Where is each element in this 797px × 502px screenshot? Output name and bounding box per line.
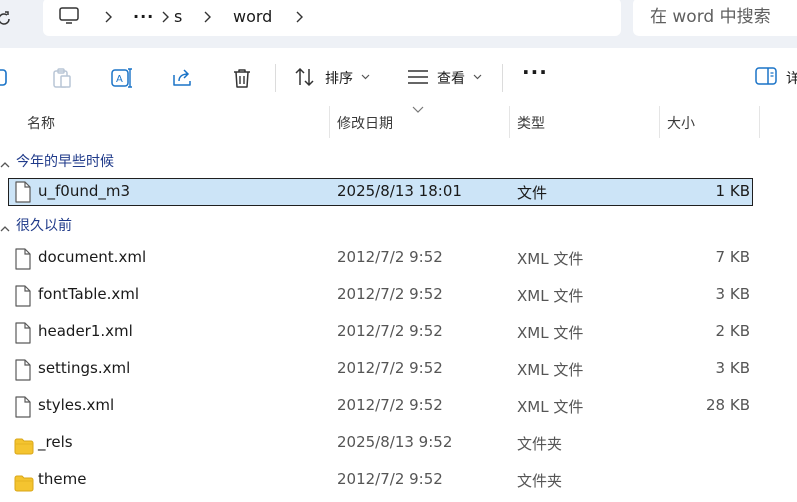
chevron-up-icon[interactable] (0, 221, 10, 232)
toolbar-separator (502, 64, 503, 92)
column-header: 名称 修改日期 类型 大小 (0, 106, 797, 138)
file-row[interactable]: styles.xml 2012/7/2 9:52 XML 文件 28 KB (0, 391, 797, 428)
file-name: fontTable.xml (38, 285, 140, 303)
sort-descending-icon (412, 106, 424, 113)
file-date: 2025/8/13 18:01 (337, 182, 462, 200)
search-box[interactable]: 在 word 中搜索 (633, 0, 797, 36)
file-name: theme (38, 470, 87, 488)
details-pane-button[interactable]: 详 (755, 59, 797, 95)
folder-row[interactable]: theme 2012/7/2 9:52 文件夹 (0, 465, 797, 502)
address-bar[interactable]: ··· s word (43, 0, 621, 36)
file-name: u_f0und_m3 (38, 182, 131, 200)
view-icon (408, 70, 428, 84)
file-date: 2025/8/13 9:52 (337, 433, 453, 451)
sort-icon (295, 67, 314, 87)
breadcrumb-item-word[interactable]: word (233, 0, 272, 36)
this-pc-icon[interactable] (59, 7, 79, 25)
file-name: styles.xml (38, 396, 115, 414)
file-row[interactable]: settings.xml 2012/7/2 9:52 XML 文件 3 KB (0, 354, 797, 391)
file-icon (14, 322, 32, 344)
folder-icon (14, 437, 34, 455)
column-header-size[interactable]: 大小 (667, 113, 695, 133)
file-type: 文件夹 (517, 472, 563, 490)
column-header-date[interactable]: 修改日期 (337, 113, 393, 133)
breadcrumb-overflow[interactable]: ··· (133, 0, 154, 36)
file-name: _rels (38, 433, 73, 451)
file-icon (14, 248, 32, 270)
command-bar: A 排序 查看 ··· 详 (0, 48, 797, 106)
file-date: 2012/7/2 9:52 (337, 285, 443, 303)
folder-row[interactable]: _rels 2025/8/13 9:52 文件夹 (0, 428, 797, 465)
breadcrumb-item-s[interactable]: s (174, 0, 182, 36)
group-label: 今年的早些时候 (16, 154, 114, 170)
svg-text:A: A (116, 74, 123, 85)
column-divider[interactable] (659, 106, 660, 138)
group-header[interactable]: 今年的早些时候 (0, 149, 200, 173)
file-icon (14, 359, 32, 381)
chevron-right-icon (162, 11, 169, 23)
column-divider[interactable] (759, 106, 760, 138)
more-options-button[interactable]: ··· (522, 60, 548, 84)
group-header[interactable]: 很久以前 (0, 213, 200, 237)
details-label: 详 (786, 71, 797, 87)
paste-icon[interactable] (51, 67, 73, 89)
file-name: settings.xml (38, 359, 131, 377)
file-size: 2 KB (715, 322, 750, 340)
folder-icon (14, 474, 34, 492)
chevron-up-icon[interactable] (0, 157, 10, 168)
copy-icon[interactable] (0, 67, 12, 89)
sort-button[interactable]: 排序 (292, 59, 382, 95)
details-pane-icon (755, 67, 777, 85)
group-label: 很久以前 (16, 218, 72, 234)
file-name: document.xml (38, 248, 147, 266)
file-type: XML 文件 (517, 361, 584, 379)
file-row[interactable]: document.xml 2012/7/2 9:52 XML 文件 7 KB (0, 243, 797, 280)
file-type: 文件 (517, 184, 548, 202)
file-row[interactable]: header1.xml 2012/7/2 9:52 XML 文件 2 KB (0, 317, 797, 354)
file-size: 28 KB (706, 396, 750, 414)
file-size: 3 KB (715, 285, 750, 303)
column-header-type[interactable]: 类型 (517, 113, 545, 133)
refresh-icon[interactable] (0, 9, 14, 29)
address-strip: ··· s word 在 word 中搜索 (0, 0, 797, 48)
chevron-down-icon (361, 74, 370, 80)
toolbar-separator (275, 64, 276, 92)
file-icon (14, 181, 32, 203)
chevron-right-icon (204, 11, 211, 23)
column-header-name[interactable]: 名称 (27, 113, 55, 133)
file-size: 7 KB (715, 248, 750, 266)
file-size: 1 KB (715, 182, 750, 200)
chevron-right-icon (105, 11, 112, 23)
file-date: 2012/7/2 9:52 (337, 322, 443, 340)
share-icon[interactable] (171, 67, 193, 89)
chevron-right-icon[interactable] (294, 11, 304, 23)
file-type: 文件夹 (517, 435, 563, 453)
file-date: 2012/7/2 9:52 (337, 359, 443, 377)
rename-icon[interactable]: A (111, 67, 133, 89)
file-date: 2012/7/2 9:52 (337, 396, 443, 414)
sort-label: 排序 (325, 71, 353, 87)
file-type: XML 文件 (517, 250, 584, 268)
chevron-down-icon (473, 74, 482, 80)
search-placeholder: 在 word 中搜索 (650, 7, 771, 27)
file-icon (14, 285, 32, 307)
view-label: 查看 (437, 71, 465, 87)
file-name: header1.xml (38, 322, 133, 340)
delete-icon[interactable] (231, 67, 253, 89)
file-size: 3 KB (715, 359, 750, 377)
view-button[interactable]: 查看 (405, 59, 495, 95)
file-type: XML 文件 (517, 324, 584, 342)
file-date: 2012/7/2 9:52 (337, 470, 443, 488)
file-row[interactable]: u_f0und_m3 2025/8/13 18:01 文件 1 KB (0, 178, 797, 215)
file-type: XML 文件 (517, 398, 584, 416)
column-divider[interactable] (329, 106, 330, 138)
file-row[interactable]: fontTable.xml 2012/7/2 9:52 XML 文件 3 KB (0, 280, 797, 317)
file-icon (14, 396, 32, 418)
column-divider[interactable] (509, 106, 510, 138)
file-type: XML 文件 (517, 287, 584, 305)
file-date: 2012/7/2 9:52 (337, 248, 443, 266)
